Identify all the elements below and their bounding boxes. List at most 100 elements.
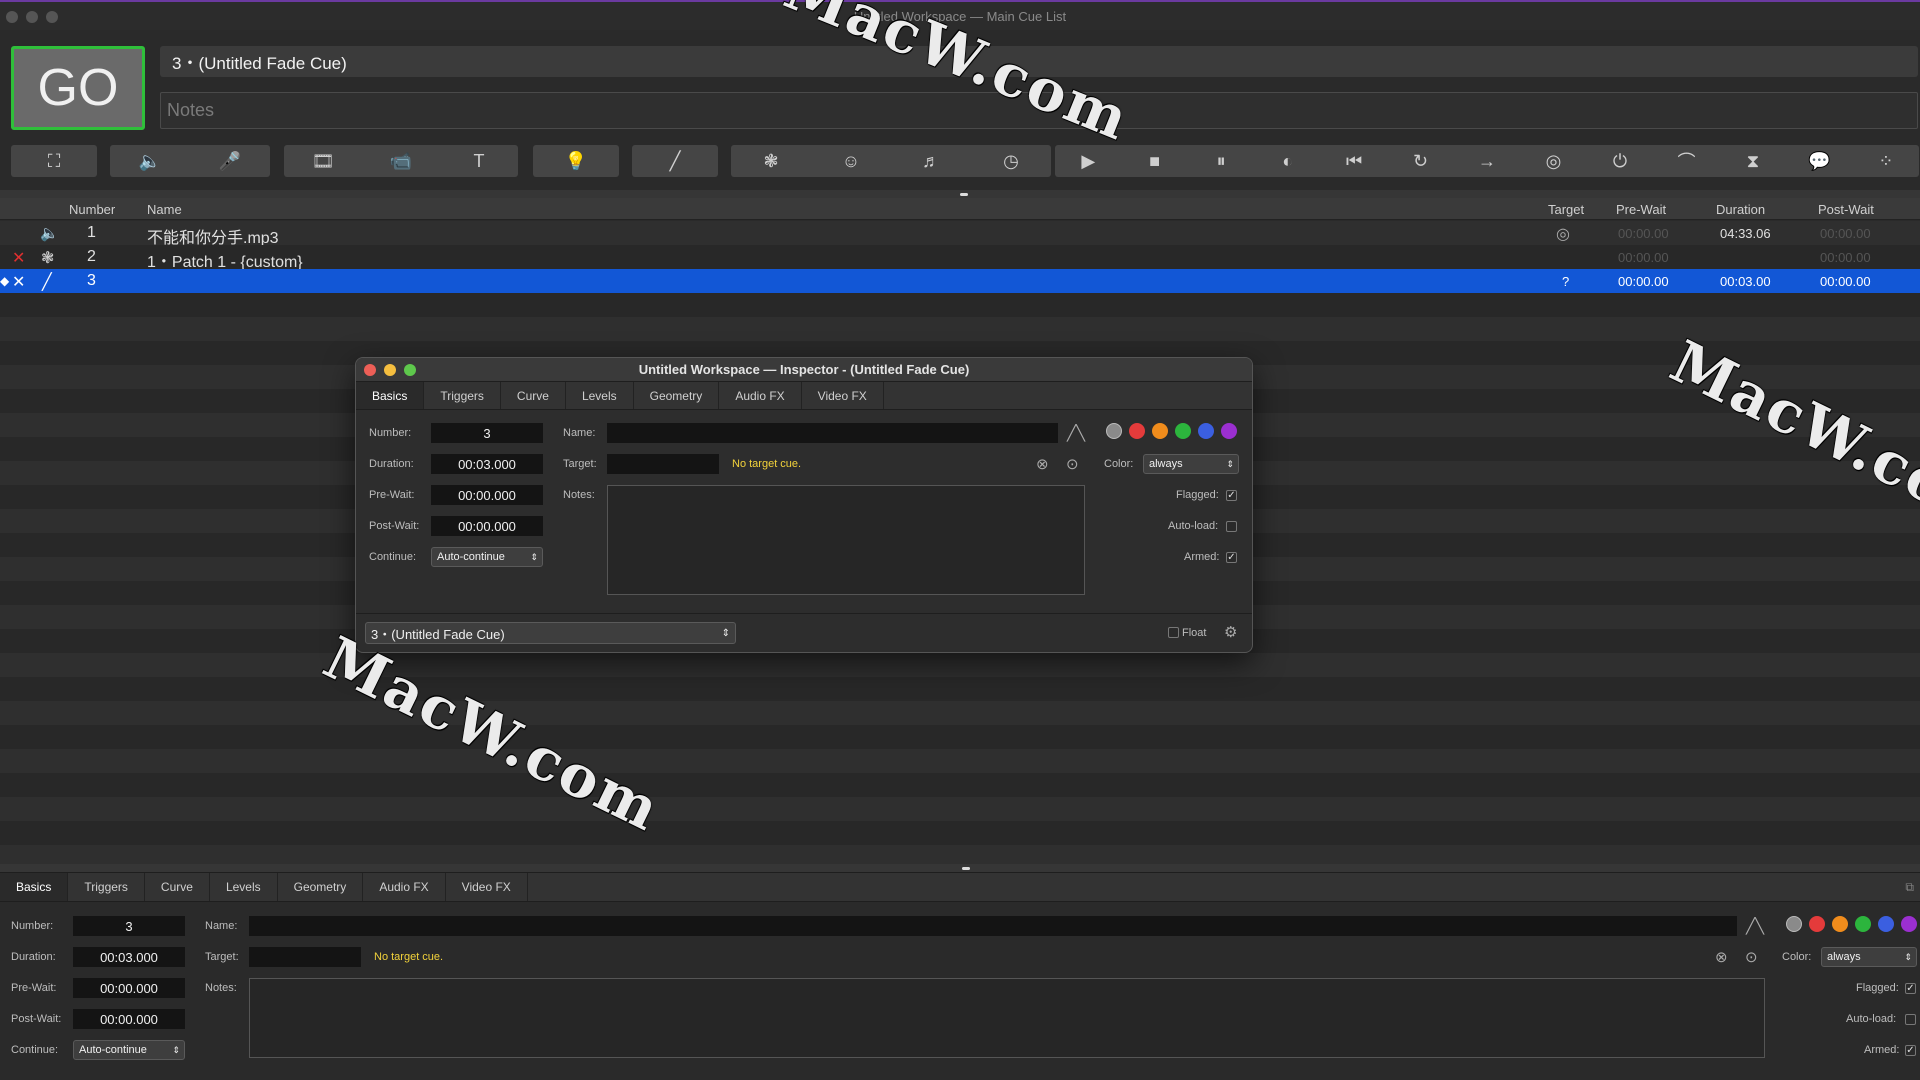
color-swatch-blue[interactable] bbox=[1198, 423, 1214, 439]
tab-geometry[interactable]: Geometry bbox=[278, 873, 364, 901]
light-cue-icon[interactable]: 💡 bbox=[533, 145, 619, 177]
tab-audio-fx[interactable]: Audio FX bbox=[719, 382, 802, 409]
clear-target-icon[interactable]: ⊗ bbox=[1036, 455, 1049, 473]
color-mode-select[interactable]: always ⇕ bbox=[1821, 947, 1917, 967]
tab-audio-fx[interactable]: Audio FX bbox=[363, 873, 446, 901]
color-mode-select[interactable]: always ⇕ bbox=[1143, 454, 1239, 474]
tab-geometry[interactable]: Geometry bbox=[634, 382, 720, 409]
name-field[interactable] bbox=[607, 423, 1058, 443]
autoload-checkbox[interactable] bbox=[1226, 521, 1237, 532]
fade-cue-icon[interactable]: ╱ bbox=[632, 145, 718, 177]
load-cue-icon[interactable]: ◐ bbox=[1254, 145, 1320, 177]
color-swatch-none[interactable] bbox=[1786, 916, 1802, 932]
tab-curve[interactable]: Curve bbox=[501, 382, 566, 409]
tab-triggers[interactable]: Triggers bbox=[424, 382, 501, 409]
armed-checkbox[interactable]: ✓ bbox=[1905, 1045, 1916, 1056]
continue-select[interactable]: Auto-continue ⇕ bbox=[431, 547, 543, 567]
prewait-field[interactable]: 00:00.000 bbox=[431, 485, 543, 505]
tab-video-fx[interactable]: Video FX bbox=[802, 382, 884, 409]
tab-basics[interactable]: Basics bbox=[356, 382, 425, 409]
mic-cue-icon[interactable]: 🎤 bbox=[190, 145, 270, 177]
tab-basics[interactable]: Basics bbox=[0, 873, 69, 901]
continue-select[interactable]: Auto-continue ⇕ bbox=[73, 1040, 185, 1060]
clear-target-icon[interactable]: ⊗ bbox=[1715, 948, 1728, 966]
popout-icon[interactable]: ⧉ bbox=[1905, 880, 1914, 895]
disarm-cue-icon[interactable]: ⌒ bbox=[1653, 145, 1719, 177]
stop-cue-icon[interactable]: ■ bbox=[1121, 145, 1187, 177]
pause-cue-icon[interactable]: ⏸ bbox=[1188, 145, 1254, 177]
tab-video-fx[interactable]: Video FX bbox=[446, 873, 528, 901]
timecode-cue-icon[interactable]: ◷ bbox=[971, 145, 1051, 177]
window-controls[interactable] bbox=[6, 11, 58, 23]
notes-textarea[interactable] bbox=[607, 485, 1085, 595]
header-number[interactable]: Number bbox=[69, 202, 115, 217]
toolbar-splitter[interactable] bbox=[0, 190, 1920, 198]
header-duration[interactable]: Duration bbox=[1716, 202, 1765, 217]
audio-cue-icon[interactable]: 🔈 bbox=[110, 145, 190, 177]
cue-toolbar: ⛶ 🔈 🎤 🎞 📹 T 💡 ╱ ❃ ☺ ♬ ◷ ▶ ■ ⏸ ◐ ⏮ ↻ → ◎ … bbox=[11, 145, 1919, 177]
tab-curve[interactable]: Curve bbox=[145, 873, 210, 901]
color-swatch-orange[interactable] bbox=[1152, 423, 1168, 439]
postwait-field[interactable]: 00:00.000 bbox=[73, 1009, 185, 1029]
goto-cue-icon[interactable]: → bbox=[1454, 145, 1520, 177]
color-swatch-blue[interactable] bbox=[1878, 916, 1894, 932]
postwait-field[interactable]: 00:00.000 bbox=[431, 516, 543, 536]
float-checkbox[interactable] bbox=[1168, 627, 1179, 638]
midi-cue-icon[interactable]: ☺ bbox=[811, 145, 891, 177]
start-cue-icon[interactable]: ▶ bbox=[1055, 145, 1121, 177]
target-cue-icon[interactable]: ◎ bbox=[1520, 145, 1586, 177]
number-field[interactable]: 3 bbox=[431, 423, 543, 443]
prewait-field[interactable]: 00:00.000 bbox=[73, 978, 185, 998]
notes-textarea[interactable] bbox=[249, 978, 1765, 1058]
header-target[interactable]: Target bbox=[1548, 202, 1584, 217]
color-swatch-orange[interactable] bbox=[1832, 916, 1848, 932]
armed-checkbox[interactable]: ✓ bbox=[1226, 552, 1237, 563]
color-swatch-none[interactable] bbox=[1106, 423, 1122, 439]
find-target-icon[interactable]: ⊙ bbox=[1745, 948, 1758, 966]
tab-levels[interactable]: Levels bbox=[566, 382, 634, 409]
flagged-checkbox[interactable]: ✓ bbox=[1905, 983, 1916, 994]
color-swatch-purple[interactable] bbox=[1221, 423, 1237, 439]
arm-cue-icon[interactable]: ⏻ bbox=[1587, 145, 1653, 177]
cue-row-1[interactable]: 🔈 1 不能和你分手.mp3 ◎ 00:00.00 04:33.06 00:00… bbox=[0, 221, 1920, 247]
memo-cue-icon[interactable]: 💬 bbox=[1786, 145, 1852, 177]
camera-cue-icon[interactable]: 📹 bbox=[362, 145, 440, 177]
group-cue-icon[interactable]: ⛶ bbox=[11, 145, 97, 177]
inspector-titlebar[interactable]: Untitled Workspace — Inspector - (Untitl… bbox=[356, 358, 1252, 382]
network-cue-icon[interactable]: ❃ bbox=[731, 145, 811, 177]
inspector-window-controls[interactable] bbox=[364, 364, 416, 376]
go-button[interactable]: GO bbox=[11, 46, 145, 130]
cue-row-2[interactable]: ✕ ❃ 2 1・Patch 1 - {custom} 00:00.00 00:0… bbox=[0, 245, 1920, 271]
music-cue-icon[interactable]: ♬ bbox=[891, 145, 971, 177]
video-cue-icon[interactable]: 🎞 bbox=[284, 145, 362, 177]
color-swatch-red[interactable] bbox=[1129, 423, 1145, 439]
wait-cue-icon[interactable]: ⧗ bbox=[1720, 145, 1786, 177]
color-swatch-red[interactable] bbox=[1809, 916, 1825, 932]
color-swatch-purple[interactable] bbox=[1901, 916, 1917, 932]
autoload-checkbox[interactable] bbox=[1905, 1014, 1916, 1025]
cue-selector[interactable]: 3・(Untitled Fade Cue) ⇕ bbox=[365, 622, 736, 644]
tab-levels[interactable]: Levels bbox=[210, 873, 278, 901]
header-prewait[interactable]: Pre-Wait bbox=[1616, 202, 1666, 217]
cue-row-3-selected[interactable]: ◆ ✕ ╱ 3 ? 00:00.00 00:03.00 00:00.00 bbox=[0, 269, 1920, 293]
cue-notes-field[interactable]: Notes bbox=[160, 92, 1918, 129]
find-target-icon[interactable]: ⊙ bbox=[1066, 455, 1079, 473]
duration-field[interactable]: 00:03.000 bbox=[73, 947, 185, 967]
color-swatch-green[interactable] bbox=[1175, 423, 1191, 439]
settings-icon[interactable]: ⚙ bbox=[1224, 623, 1237, 641]
header-postwait[interactable]: Post-Wait bbox=[1818, 202, 1874, 217]
tab-triggers[interactable]: Triggers bbox=[68, 873, 145, 901]
duration-field[interactable]: 00:03.000 bbox=[431, 454, 543, 474]
header-name[interactable]: Name bbox=[147, 202, 182, 217]
inspector-splitter[interactable] bbox=[0, 864, 1920, 872]
script-cue-icon[interactable]: ⁘ bbox=[1853, 145, 1919, 177]
name-field[interactable] bbox=[249, 916, 1737, 936]
number-field[interactable]: 3 bbox=[73, 916, 185, 936]
target-field[interactable] bbox=[607, 454, 719, 474]
color-swatch-green[interactable] bbox=[1855, 916, 1871, 932]
flagged-checkbox[interactable]: ✓ bbox=[1226, 490, 1237, 501]
reset-cue-icon[interactable]: ⏮ bbox=[1321, 145, 1387, 177]
target-field[interactable] bbox=[249, 947, 361, 967]
text-cue-icon[interactable]: T bbox=[440, 145, 518, 177]
devamp-cue-icon[interactable]: ↻ bbox=[1387, 145, 1453, 177]
